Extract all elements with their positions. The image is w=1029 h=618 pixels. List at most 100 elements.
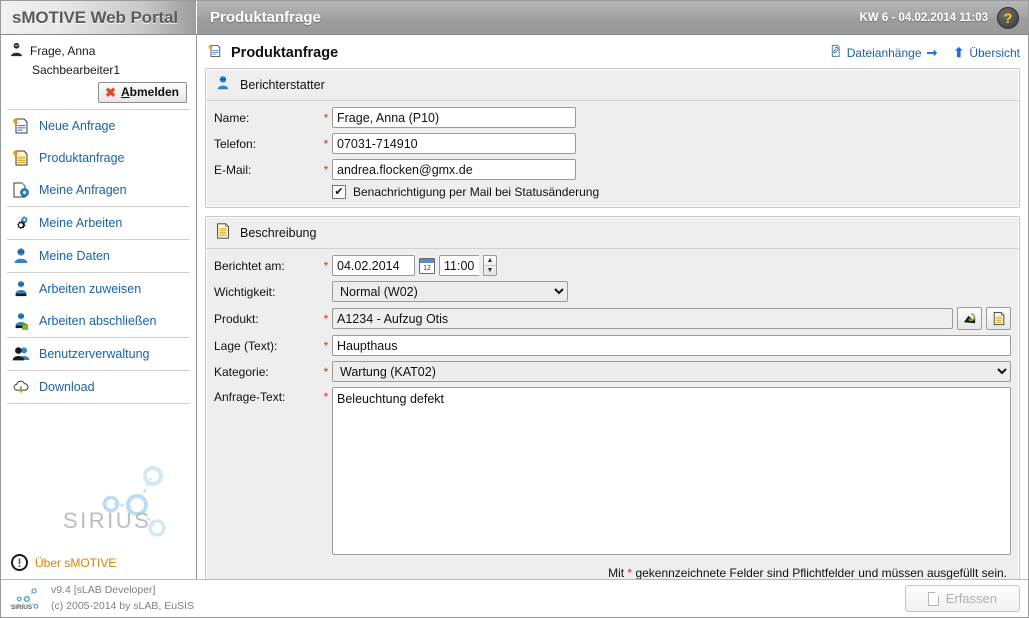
product-request-icon — [11, 148, 31, 168]
attachment-icon — [829, 44, 842, 61]
sidebar-item-neue-anfrage[interactable]: Neue Anfrage — [1, 110, 196, 142]
logout-button[interactable]: ✖ Abmelden — [98, 82, 187, 103]
location-row: Lage (Text): * — [214, 335, 1011, 356]
priority-select[interactable]: Normal (W02) — [332, 281, 568, 302]
required-marker: * — [323, 311, 329, 326]
required-marker: * — [323, 162, 329, 177]
footer: SIRIUS v9.4 [sLAB Developer] (c) 2005-20… — [1, 579, 1028, 617]
content-header-links: Dateianhänge ➞ ⬆ Übersicht — [829, 44, 1020, 61]
attachments-label: Dateianhänge — [846, 45, 922, 60]
app-window: sMOTIVE Web Portal Produktanfrage KW 6 -… — [0, 0, 1029, 618]
gear-icon — [11, 213, 31, 233]
reported-at-label: Berichtet am: — [214, 258, 285, 273]
request-text-label: Anfrage-Text: — [214, 390, 286, 404]
calendar-icon[interactable] — [419, 257, 435, 274]
document-icon — [927, 591, 939, 606]
main-content: Produktanfrage Dateianhänge ➞ ⬆ Übersich… — [197, 35, 1028, 591]
about-smotive-link[interactable]: ! Über sMOTIVE — [1, 550, 196, 579]
required-marker: * — [323, 136, 329, 151]
required-marker: * — [323, 338, 329, 353]
sidebar-item-label: Benutzerverwaltung — [39, 347, 150, 361]
sidebar-item-meine-anfragen[interactable]: Meine Anfragen — [1, 174, 196, 206]
name-row: Name: * — [214, 107, 1011, 128]
sidebar: Frage, Anna Sachbearbeiter1 ✖ Abmelden N… — [1, 35, 197, 579]
stepper-down-icon[interactable]: ▼ — [484, 266, 496, 275]
logout-rest: bmelden — [129, 85, 179, 99]
submit-label: Erfassen — [945, 591, 997, 606]
location-input[interactable] — [332, 335, 1011, 356]
submit-button[interactable]: Erfassen — [904, 585, 1020, 612]
attachments-link[interactable]: Dateianhänge ➞ — [829, 44, 937, 61]
sidebar-nav: Neue Anfrage Produktanfrage Meine Anfrag… — [1, 110, 196, 404]
footer-copyright: (c) 2005-2014 by sLAB, EuSIS — [51, 599, 194, 612]
reporter-panel-title: Berichterstatter — [240, 77, 325, 92]
content-title: Produktanfrage — [231, 44, 339, 61]
reported-date-input[interactable] — [332, 255, 415, 276]
footer-sirius-word: SIRIUS — [11, 603, 32, 610]
complete-work-icon — [11, 311, 31, 331]
priority-row: Wichtigkeit: Normal (W02) — [214, 281, 1011, 302]
sidebar-item-meine-daten[interactable]: Meine Daten — [1, 240, 196, 272]
product-request-page-icon — [207, 43, 223, 62]
help-icon[interactable]: ? — [997, 6, 1019, 29]
user-name: Frage, Anna — [30, 44, 96, 58]
stepper-up-icon[interactable]: ▲ — [484, 256, 496, 266]
phone-label: Telefon: — [214, 136, 257, 151]
priority-label: Wichtigkeit: — [214, 284, 276, 299]
about-label: Über sMOTIVE — [35, 555, 117, 570]
time-stepper[interactable]: ▲ ▼ — [483, 255, 497, 276]
email-input[interactable] — [332, 159, 576, 180]
person-icon — [11, 246, 31, 266]
sidebar-item-benutzerverwaltung[interactable]: Benutzerverwaltung — [1, 338, 196, 370]
product-input[interactable] — [332, 308, 953, 329]
logout-label: Abmelden — [121, 85, 179, 99]
location-label: Lage (Text): — [214, 338, 278, 353]
content-header: Produktanfrage Dateianhänge ➞ ⬆ Übersich… — [197, 35, 1028, 68]
sidebar-item-label: Download — [39, 380, 95, 394]
product-row: Produkt: * — [214, 307, 1011, 330]
body-wrapper: Frage, Anna Sachbearbeiter1 ✖ Abmelden N… — [1, 35, 1028, 591]
product-list-button[interactable] — [986, 307, 1011, 330]
sidebar-item-meine-arbeiten[interactable]: Meine Arbeiten — [1, 207, 196, 239]
page-title: Produktanfrage — [210, 9, 321, 26]
overview-link[interactable]: ⬆ Übersicht — [953, 45, 1020, 61]
sidebar-item-produktanfrage[interactable]: Produktanfrage — [1, 142, 196, 174]
my-requests-icon — [11, 180, 31, 200]
notify-checkbox[interactable]: ✔ — [332, 185, 346, 199]
phone-row: Telefon: * — [214, 133, 1011, 154]
request-textarea[interactable]: Beleuchtung defekt — [332, 387, 1011, 555]
phone-input[interactable] — [332, 133, 576, 154]
top-bar-right: KW 6 - 04.02.2014 11:03 ? — [860, 1, 1029, 34]
sidebar-item-label: Meine Daten — [39, 249, 110, 263]
description-panel-body: Berichtet am: * ▲ ▼ — [206, 249, 1019, 590]
hint-post: gekennzeichnete Felder sind Pflichtfelde… — [635, 566, 1007, 580]
reported-at-row: Berichtet am: * ▲ ▼ — [214, 255, 1011, 276]
category-select[interactable]: Wartung (KAT02) — [332, 361, 1011, 382]
footer-sirius-icon: SIRIUS — [11, 587, 39, 610]
calendar-week-date: KW 6 - 04.02.2014 11:03 — [859, 11, 989, 24]
product-input-group — [332, 307, 1011, 330]
description-document-icon — [214, 222, 232, 243]
description-panel-header: Beschreibung — [206, 217, 1019, 249]
sidebar-item-label: Arbeiten zuweisen — [39, 282, 142, 296]
reporter-person-icon — [214, 74, 232, 95]
reported-time-input[interactable] — [439, 255, 479, 276]
users-icon — [11, 344, 31, 364]
assign-work-icon — [11, 279, 31, 299]
app-brand: sMOTIVE Web Portal — [1, 1, 197, 34]
sidebar-item-download[interactable]: Download — [1, 371, 196, 403]
sidebar-item-arbeiten-abschliessen[interactable]: Arbeiten abschließen — [1, 305, 196, 337]
sidebar-item-label: Arbeiten abschließen — [39, 314, 157, 328]
description-panel: Beschreibung Berichtet am: * ▲ ▼ — [205, 216, 1020, 591]
overview-label: Übersicht — [969, 45, 1020, 60]
product-search-button[interactable] — [957, 307, 982, 330]
name-input[interactable] — [332, 107, 576, 128]
notify-checkbox-label: Benachrichtigung per Mail bei Statusände… — [353, 185, 600, 199]
sirius-logo: SIRIUS — [1, 452, 196, 548]
arrow-up-icon: ⬆ — [953, 44, 965, 60]
sidebar-item-arbeiten-zuweisen[interactable]: Arbeiten zuweisen — [1, 273, 196, 305]
sidebar-item-label: Meine Anfragen — [39, 183, 127, 197]
required-marker: * — [323, 258, 329, 273]
new-request-icon — [11, 116, 31, 136]
sirius-wordmark: SIRIUS — [63, 508, 152, 533]
